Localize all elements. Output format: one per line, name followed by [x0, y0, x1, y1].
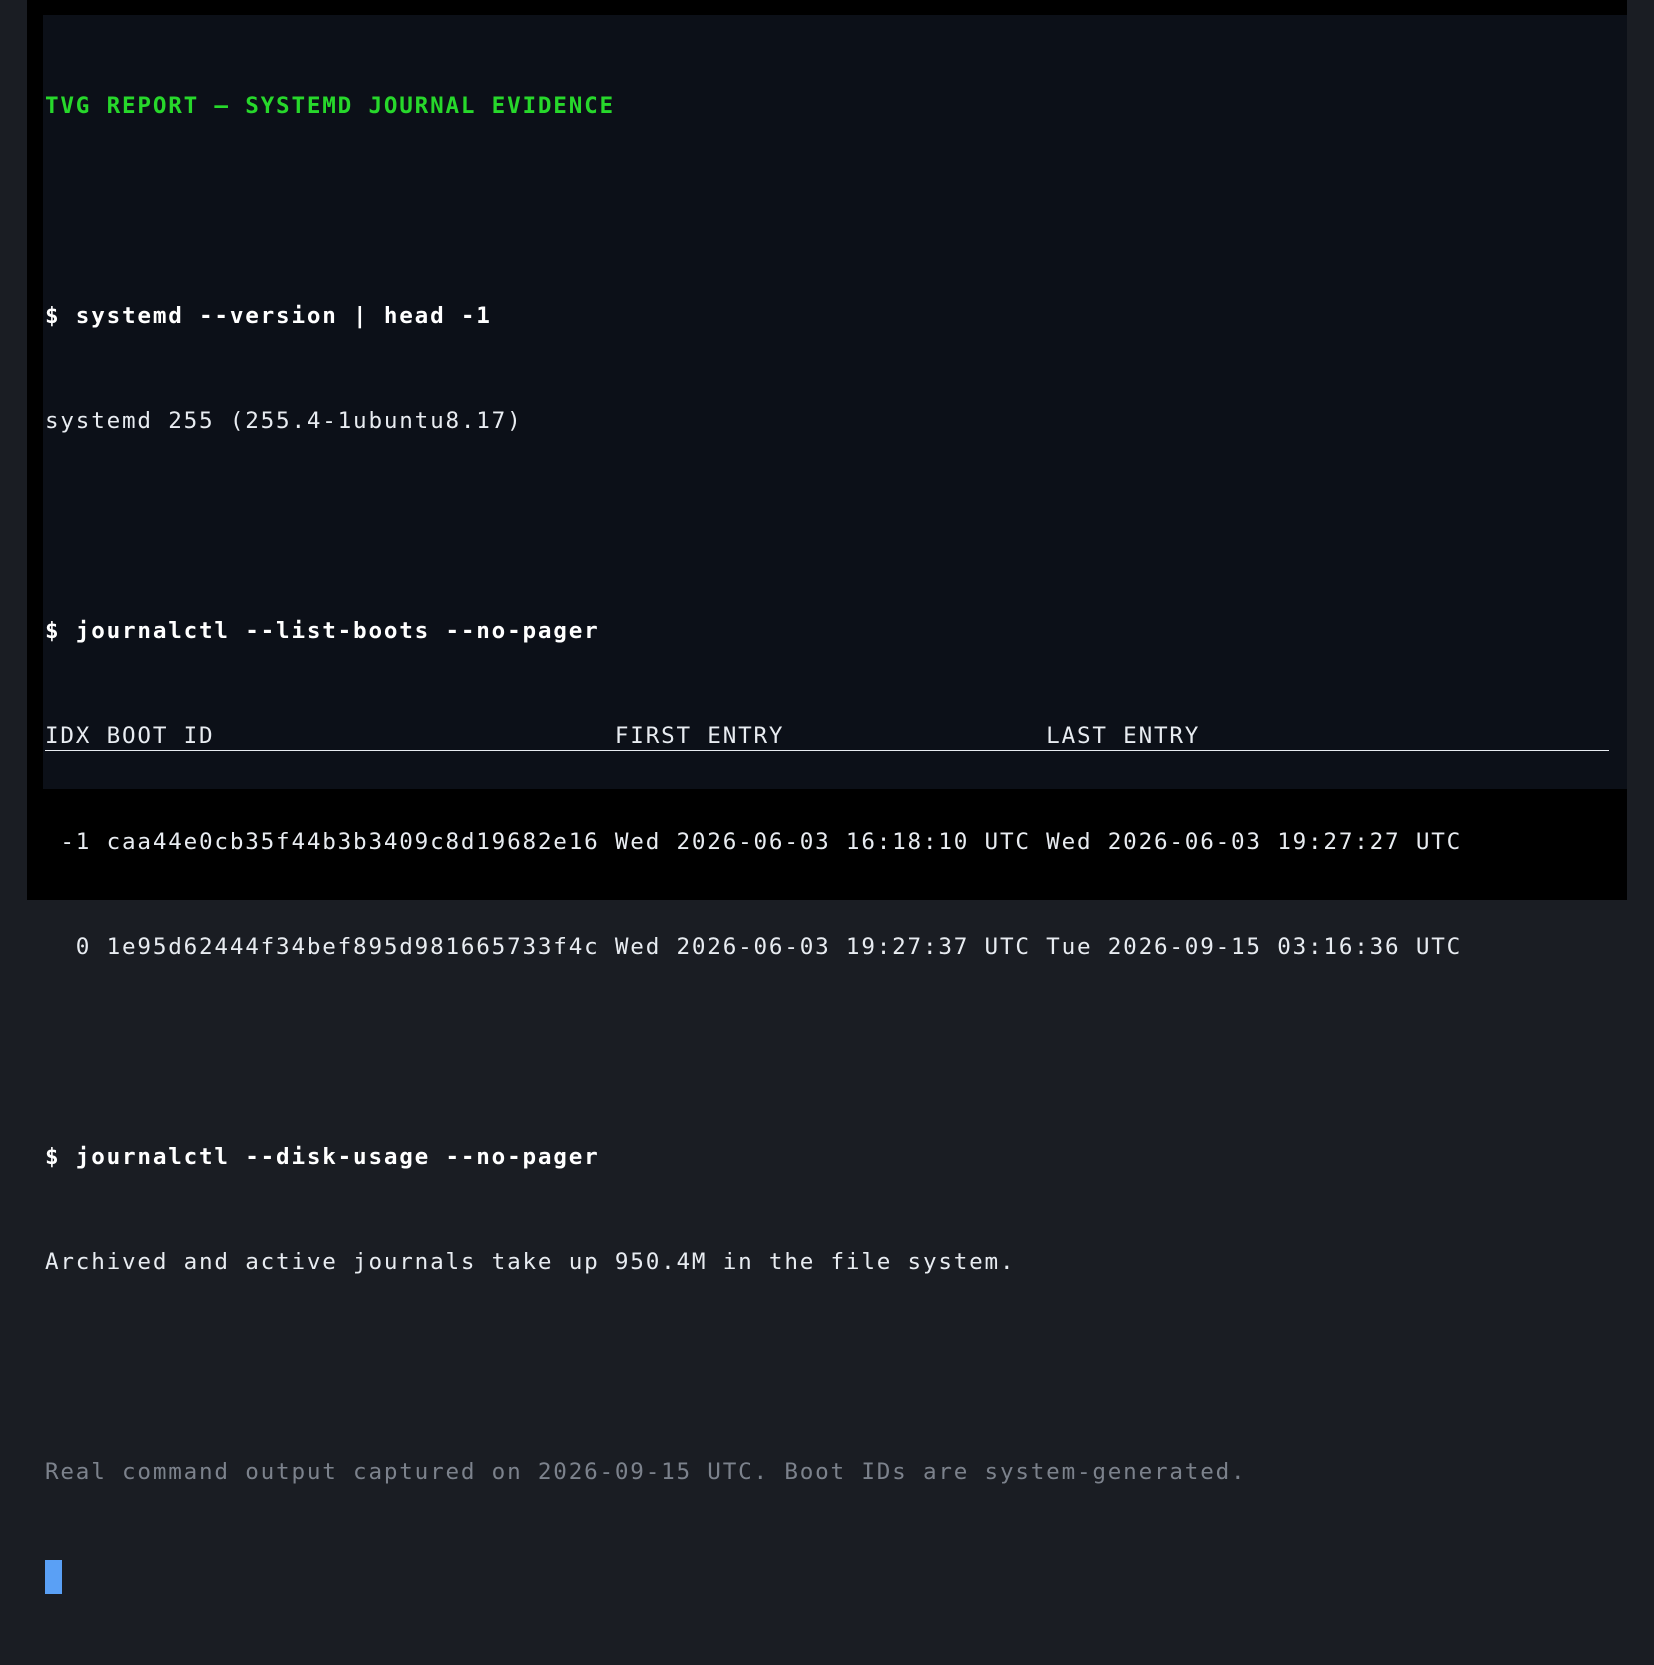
command-output: Archived and active journals take up 950…: [45, 1249, 1016, 1275]
command-output: systemd 255 (255.4-1ubuntu8.17): [45, 408, 523, 434]
command-line: $ journalctl --disk-usage --no-pager: [45, 1144, 600, 1170]
boots-table-row: -1 caa44e0cb35f44b3b3409c8d19682e16 Wed …: [45, 829, 1463, 855]
footer-note: Real command output captured on 2026-09-…: [45, 1459, 1247, 1485]
report-title: TVG REPORT — SYSTEMD JOURNAL EVIDENCE: [45, 93, 615, 119]
command-line: $ journalctl --list-boots --no-pager: [45, 618, 600, 644]
boots-table-header: IDX BOOT ID FIRST ENTRY LAST ENTRY: [45, 719, 1609, 751]
terminal-window[interactable]: TVG REPORT — SYSTEMD JOURNAL EVIDENCE $ …: [43, 15, 1627, 1594]
screen: TVG REPORT — SYSTEMD JOURNAL EVIDENCE $ …: [0, 0, 1654, 1594]
boots-table-row: 0 1e95d62444f34bef895d981665733f4c Wed 2…: [45, 934, 1463, 960]
prompt-line[interactable]: [45, 1560, 1627, 1595]
text-cursor: [45, 1560, 62, 1594]
command-line: $ systemd --version | head -1: [45, 303, 492, 329]
